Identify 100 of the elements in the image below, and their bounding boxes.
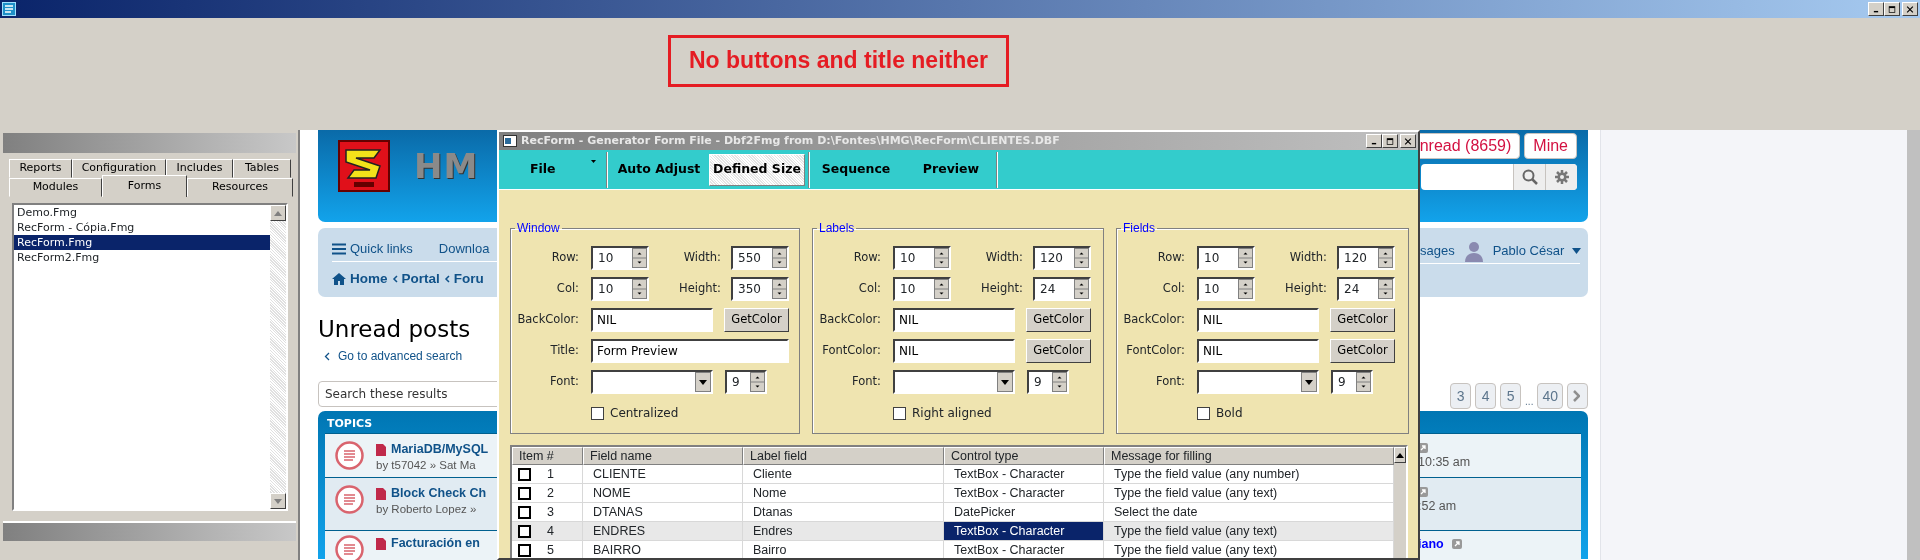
next-page-button[interactable] <box>1567 383 1588 409</box>
table-row[interactable]: 4 ENDRES Endres TextBox - Character Type the field value (any text) <box>512 522 1394 541</box>
spin-arrows-icon[interactable] <box>772 279 787 299</box>
number-spinner[interactable]: 10 <box>893 277 951 301</box>
number-spinner[interactable]: 10 <box>893 246 951 270</box>
column-header[interactable]: Label field <box>743 447 944 465</box>
table-row[interactable]: 1 CLIENTE Cliente TextBox - Character Type the field value (any number) <box>512 465 1394 484</box>
text-field[interactable]: Form Preview <box>591 339 789 363</box>
nav-link[interactable]: Downloa <box>438 239 490 259</box>
text-field[interactable]: NIL <box>1197 308 1319 332</box>
get-color-button[interactable]: GetColor <box>724 308 789 332</box>
toolbar-button[interactable]: File <box>507 153 603 186</box>
spin-arrows-icon[interactable] <box>772 248 787 268</box>
spin-arrows-icon[interactable] <box>1378 279 1393 299</box>
search-bar[interactable] <box>1421 164 1577 190</box>
number-spinner[interactable]: 10 <box>591 246 649 270</box>
checkbox[interactable] <box>893 406 906 420</box>
number-spinner[interactable]: 9 <box>1331 370 1373 394</box>
search-button[interactable] <box>1513 164 1545 190</box>
topics-header: TOPICS <box>327 417 373 430</box>
spin-arrows-icon[interactable] <box>934 248 949 268</box>
tab[interactable]: Reports <box>9 159 72 178</box>
page-button[interactable]: 40 <box>1537 383 1563 409</box>
number-spinner[interactable]: 550 <box>731 246 789 270</box>
get-color-button[interactable]: GetColor <box>1330 308 1395 332</box>
checkbox[interactable] <box>518 543 531 557</box>
get-color-button[interactable]: GetColor <box>1026 308 1091 332</box>
tab[interactable]: Modules <box>9 178 102 197</box>
spin-arrows-icon[interactable] <box>1238 279 1253 299</box>
table-row[interactable]: 2 NOME Nome TextBox - Character Type the field value (any text) <box>512 484 1394 503</box>
number-spinner[interactable]: 120 <box>1033 246 1091 270</box>
spin-arrows-icon[interactable] <box>632 248 647 268</box>
font-dropdown[interactable] <box>893 370 1015 394</box>
spin-arrows-icon[interactable] <box>1074 248 1089 268</box>
checkbox[interactable] <box>1197 406 1210 420</box>
breadcrumb-link[interactable]: Portal <box>401 268 440 290</box>
number-spinner[interactable]: 350 <box>731 277 789 301</box>
spin-arrows-icon[interactable] <box>632 279 647 299</box>
nav-link[interactable]: sages <box>1420 240 1455 261</box>
search-field[interactable]: Search these results <box>318 381 498 407</box>
spin-arrows-icon[interactable] <box>1356 372 1371 392</box>
toolbar-button[interactable]: Auto Adjust <box>611 153 707 186</box>
column-header[interactable]: Message for filling <box>1104 447 1394 465</box>
checkbox[interactable] <box>518 524 531 538</box>
font-dropdown[interactable] <box>591 370 713 394</box>
list-item[interactable]: RecForm - Cópia.Fmg <box>14 220 270 235</box>
number-spinner[interactable]: 24 <box>1033 277 1091 301</box>
tab[interactable]: Tables <box>233 159 291 178</box>
table-row[interactable]: 5 BAIRRO Bairro TextBox - Character Type the field value (any text) <box>512 541 1394 558</box>
spin-arrows-icon[interactable] <box>934 279 949 299</box>
spin-arrows-icon[interactable] <box>1238 248 1253 268</box>
page-button[interactable]: 5 <box>1500 383 1522 409</box>
number-spinner[interactable]: 9 <box>1027 370 1069 394</box>
column-header[interactable]: Control type <box>944 447 1104 465</box>
toolbar-button[interactable]: Sequence <box>813 153 899 186</box>
text-field[interactable]: NIL <box>893 339 1015 363</box>
toolbar-button[interactable]: Preview <box>909 153 993 186</box>
get-color-button[interactable]: GetColor <box>1330 339 1395 363</box>
list-item[interactable]: Demo.Fmg <box>14 205 270 220</box>
number-spinner[interactable]: 120 <box>1337 246 1395 270</box>
user-menu[interactable]: Pablo César <box>1492 240 1565 261</box>
page-button[interactable]: 3 <box>1450 383 1472 409</box>
tab[interactable]: Forms <box>102 175 187 197</box>
checkbox[interactable] <box>591 406 604 420</box>
list-item[interactable]: RecForm.Fmg <box>14 235 270 250</box>
header-button[interactable]: Mine <box>1524 133 1577 159</box>
number-spinner[interactable]: 10 <box>1197 246 1255 270</box>
spin-arrows-icon[interactable] <box>750 372 765 392</box>
number-spinner[interactable]: 10 <box>1197 277 1255 301</box>
advanced-search-link[interactable]: Go to advanced search <box>338 347 463 365</box>
column-header[interactable]: Field name <box>583 447 743 465</box>
get-color-button[interactable]: GetColor <box>1026 339 1091 363</box>
spin-arrows-icon[interactable] <box>1052 372 1067 392</box>
page-button[interactable]: 4 <box>1475 383 1497 409</box>
text-field[interactable]: NIL <box>1197 339 1319 363</box>
column-header[interactable]: Item # <box>512 447 583 465</box>
scrollbar[interactable] <box>270 205 286 509</box>
text-field[interactable]: NIL <box>893 308 1015 332</box>
topic-title[interactable]: Block Check Ch <box>391 485 487 502</box>
checkbox[interactable] <box>518 486 531 500</box>
spin-arrows-icon[interactable] <box>1378 248 1393 268</box>
font-dropdown[interactable] <box>1197 370 1319 394</box>
toolbar-button[interactable]: Defined Size <box>709 153 805 186</box>
nav-link[interactable]: Quick links <box>350 239 413 259</box>
number-spinner[interactable]: 24 <box>1337 277 1395 301</box>
number-spinner[interactable]: 9 <box>725 370 767 394</box>
settings-button[interactable] <box>1545 164 1577 190</box>
number-spinner[interactable]: 10 <box>591 277 649 301</box>
checkbox[interactable] <box>518 505 531 519</box>
text-field[interactable]: NIL <box>591 308 713 332</box>
topic-title[interactable]: MariaDB/MySQL <box>391 441 489 458</box>
breadcrumb-link[interactable]: Foru <box>453 268 484 290</box>
breadcrumb-link[interactable]: Home <box>350 268 388 290</box>
topic-title[interactable]: Facturación en <box>391 535 480 552</box>
list-item[interactable]: RecForm2.Fmg <box>14 250 270 265</box>
tab[interactable]: Includes <box>166 159 233 178</box>
spin-arrows-icon[interactable] <box>1074 279 1089 299</box>
scrollbar[interactable] <box>1394 447 1406 558</box>
tab[interactable]: Resources <box>187 178 293 197</box>
checkbox[interactable] <box>518 467 531 481</box>
